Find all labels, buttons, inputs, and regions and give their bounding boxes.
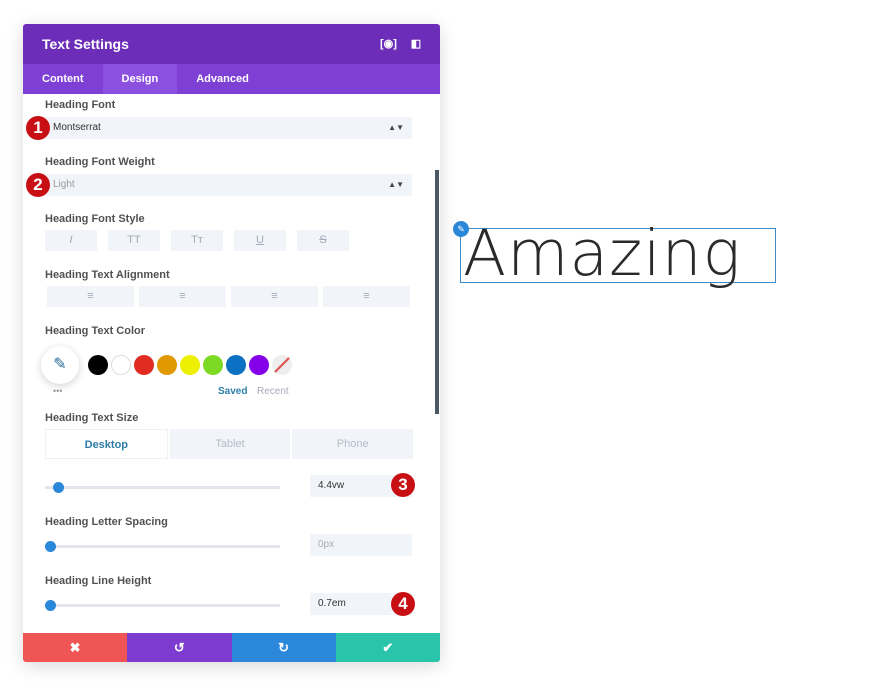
- color-swatch[interactable]: [88, 355, 108, 375]
- heading-letter-spacing-label: Heading Letter Spacing: [45, 516, 168, 528]
- edit-pencil-icon[interactable]: ✎: [453, 221, 469, 237]
- color-swatch[interactable]: [249, 355, 269, 375]
- step-badge-4: 4: [391, 592, 415, 616]
- redo-button[interactable]: ↻: [231, 633, 336, 662]
- heading-text-size-label: Heading Text Size: [45, 412, 139, 424]
- tab-bar: Content Design Advanced: [23, 64, 440, 94]
- more-options-icon[interactable]: •••: [53, 386, 62, 396]
- heading-text-color-label: Heading Text Color: [45, 325, 146, 337]
- recent-colors-tab[interactable]: Recent: [257, 386, 289, 397]
- heading-font-select[interactable]: Montserrat ▲▼: [45, 117, 412, 139]
- align-center-button[interactable]: ≡: [139, 286, 226, 307]
- text-settings-panel: Text Settings [◉] ◧ Content Design Advan…: [23, 24, 440, 662]
- letter-spacing-slider[interactable]: [45, 541, 280, 552]
- align-justify-button[interactable]: ≡: [323, 286, 410, 307]
- panel-footer: ✖ ↺ ↻ ✔: [23, 633, 440, 662]
- device-tab-tablet[interactable]: Tablet: [169, 429, 291, 459]
- align-left-button[interactable]: ≡: [47, 286, 134, 307]
- slider-handle[interactable]: [53, 482, 64, 493]
- panel-title: Text Settings: [42, 36, 129, 52]
- eyedropper-icon[interactable]: ✎: [41, 346, 79, 384]
- panel-header: Text Settings [◉] ◧: [23, 24, 440, 64]
- slider-handle[interactable]: [45, 600, 56, 611]
- alignment-buttons: ≡ ≡ ≡ ≡: [47, 286, 410, 307]
- undo-button[interactable]: ↺: [127, 633, 232, 662]
- sidebar-layout-icon[interactable]: ◧: [409, 37, 423, 51]
- heading-font-weight-value: Light: [53, 179, 75, 190]
- strikethrough-button[interactable]: S: [297, 230, 349, 251]
- heading-preview[interactable]: Amazing: [460, 217, 776, 290]
- heading-font-value: Montserrat: [53, 122, 101, 133]
- color-swatch[interactable]: [226, 355, 246, 375]
- step-badge-3: 3: [391, 473, 415, 497]
- italic-button[interactable]: I: [45, 230, 97, 251]
- color-swatch[interactable]: [157, 355, 177, 375]
- heading-font-style-label: Heading Font Style: [45, 213, 145, 225]
- heading-font-weight-label: Heading Font Weight: [45, 156, 155, 168]
- align-right-button[interactable]: ≡: [231, 286, 318, 307]
- color-swatch[interactable]: [111, 355, 131, 375]
- heading-text: Amazing: [463, 217, 742, 290]
- heading-font-weight-select[interactable]: Light ▲▼: [45, 174, 412, 196]
- select-arrows-icon: ▲▼: [388, 180, 404, 189]
- device-tabs: Desktop Tablet Phone: [45, 429, 414, 459]
- line-height-slider[interactable]: [45, 600, 280, 611]
- heading-line-height-label: Heading Line Height: [45, 575, 152, 587]
- slider-handle[interactable]: [45, 541, 56, 552]
- no-color-swatch[interactable]: [272, 355, 292, 375]
- settings-body: Heading Font Montserrat ▲▼ 1 Heading Font…: [23, 94, 440, 633]
- tab-advanced[interactable]: Advanced: [177, 64, 268, 94]
- text-size-slider[interactable]: [45, 482, 280, 493]
- uppercase-button[interactable]: TT: [108, 230, 160, 251]
- capitalize-button[interactable]: Tт: [171, 230, 223, 251]
- fullscreen-icon[interactable]: [◉]: [380, 37, 397, 51]
- device-tab-desktop[interactable]: Desktop: [45, 429, 168, 459]
- saved-colors-tab[interactable]: Saved: [218, 386, 247, 397]
- color-swatch[interactable]: [134, 355, 154, 375]
- color-swatch[interactable]: [203, 355, 223, 375]
- select-arrows-icon: ▲▼: [388, 123, 404, 132]
- step-badge-2: 2: [26, 173, 50, 197]
- color-swatches: [88, 355, 295, 380]
- tab-content[interactable]: Content: [23, 64, 103, 94]
- save-button[interactable]: ✔: [335, 633, 440, 662]
- device-tab-phone[interactable]: Phone: [292, 429, 414, 459]
- font-style-buttons: I TT Tт U S: [45, 230, 349, 251]
- step-badge-1: 1: [26, 116, 50, 140]
- underline-button[interactable]: U: [234, 230, 286, 251]
- tab-design[interactable]: Design: [102, 64, 178, 94]
- letter-spacing-input[interactable]: 0px: [310, 534, 412, 556]
- scrollbar[interactable]: [435, 170, 439, 414]
- heading-text-alignment-label: Heading Text Alignment: [45, 269, 170, 281]
- heading-font-label: Heading Font: [45, 99, 116, 111]
- cancel-button[interactable]: ✖: [23, 633, 128, 662]
- color-swatch[interactable]: [180, 355, 200, 375]
